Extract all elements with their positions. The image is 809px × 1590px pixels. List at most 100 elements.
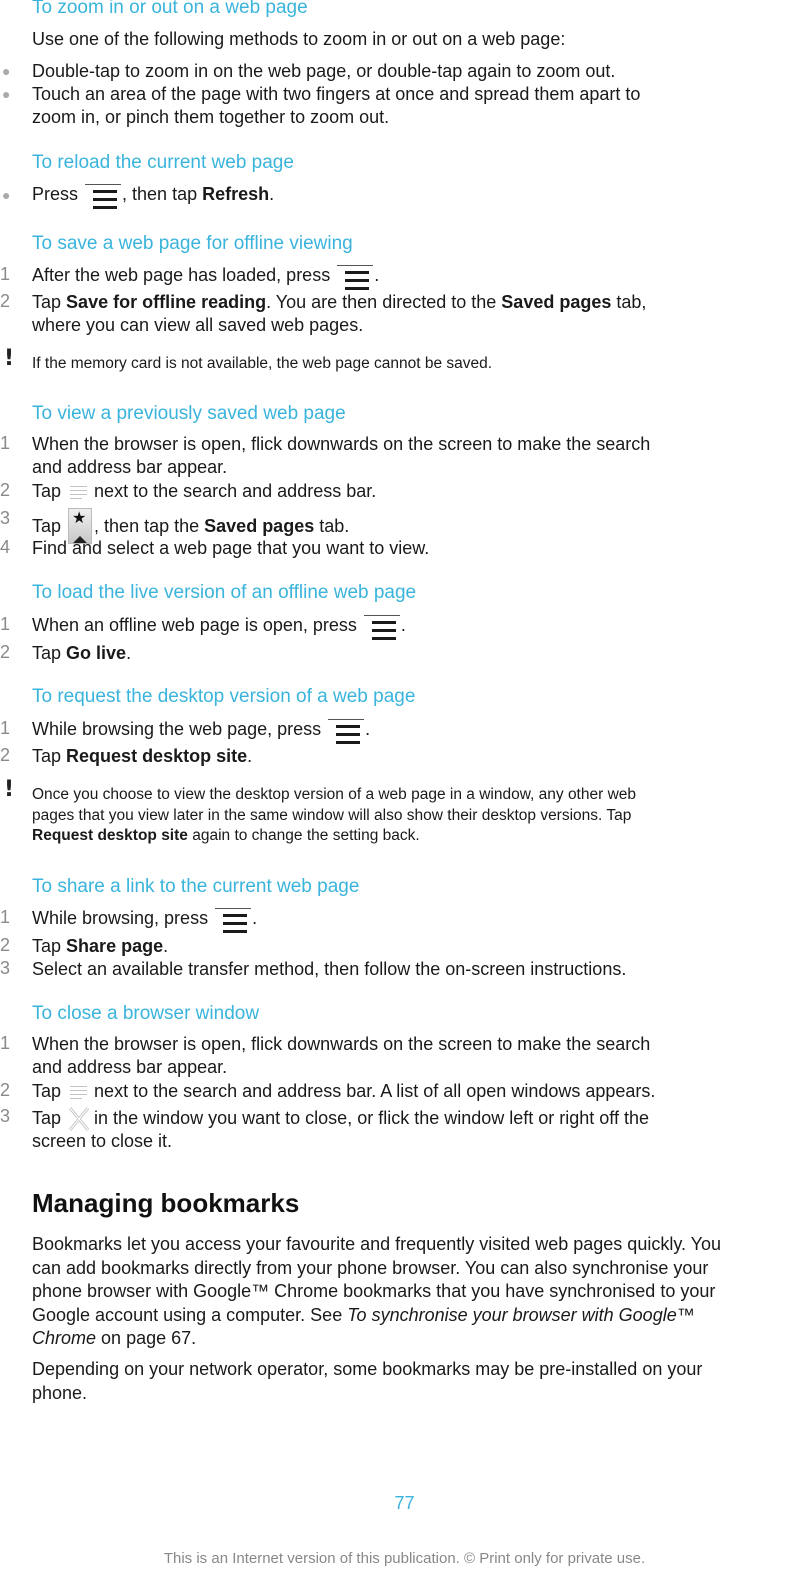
heading-view-saved: To view a previously saved web page	[32, 403, 346, 424]
punct: .	[126, 643, 132, 663]
reload-step-pre: Press	[32, 184, 79, 204]
zoom-bullet-1: Double-tap to zoom in on the web page, o…	[32, 61, 616, 81]
refresh-label: Refresh	[202, 184, 270, 204]
heading-reload: To reload the current web page	[32, 152, 294, 173]
desktop-step-1: While browsing the web page, press .	[32, 718, 370, 747]
page-number: 77	[394, 1493, 415, 1513]
cross-reference-link[interactable]: To synchronise your browser with Google™	[347, 1305, 695, 1325]
desktop-note: Once you choose to view the desktop vers…	[32, 785, 792, 847]
reload-step-mid: , then tap	[122, 184, 198, 204]
close-x-icon	[68, 1106, 90, 1132]
reload-step: Press , then tap Refresh.	[32, 183, 274, 212]
step-number: 2	[0, 642, 11, 662]
share-step-2: Tap Share page.	[32, 935, 168, 958]
punct: .	[252, 908, 258, 928]
live-step-2: Tap Go live.	[32, 642, 131, 665]
share-step-1: While browsing, press .	[32, 907, 257, 936]
punct: .	[247, 746, 253, 766]
menu-icon	[328, 719, 365, 747]
heading-close: To close a browser window	[32, 1003, 260, 1024]
share-page-label: Share page	[66, 936, 164, 956]
step-text: While browsing the web page, press	[32, 719, 322, 739]
punct: .	[269, 184, 275, 204]
request-desktop-label: Request desktop site	[66, 746, 248, 766]
para-text: Google account using a computer. See	[32, 1304, 343, 1325]
step-text: in the window you want to close, or flic…	[94, 1108, 649, 1128]
view-step-2: Tap next to the search and address bar.	[32, 480, 376, 503]
step-number: 2	[0, 935, 11, 955]
heading-share: To share a link to the current web page	[32, 876, 360, 897]
step-text: Tap	[32, 936, 62, 956]
step-number: 2	[0, 745, 11, 765]
save-step-1: After the web page has loaded, press .	[32, 264, 379, 293]
bookmarks-paragraph-2: Depending on your network operator, some…	[32, 1358, 804, 1405]
menu-icon	[363, 615, 400, 643]
para-line: Bookmarks let you access your favourite …	[32, 1234, 722, 1254]
step-number: 1	[0, 907, 11, 927]
step-text: tab.	[319, 516, 350, 536]
cross-reference-link[interactable]: Chrome	[32, 1328, 96, 1348]
menu-icon	[215, 908, 252, 936]
punct: .	[365, 719, 371, 739]
warning-icon: !	[4, 346, 15, 371]
note-line: pages that you view later in the same wi…	[32, 806, 632, 824]
go-live-label: Go live	[66, 643, 127, 663]
step-text: . You are then directed to the	[266, 292, 497, 312]
step-text: next to the search and address bar.	[94, 481, 377, 501]
step-number: 2	[0, 480, 11, 500]
step-number: 3	[0, 508, 11, 528]
windows-icon	[68, 482, 90, 502]
note-line: Once you choose to view the desktop vers…	[32, 786, 637, 803]
save-step-2: Tap Save for offline reading. You are th…	[32, 291, 646, 314]
request-desktop-label: Request desktop site	[32, 827, 188, 844]
para-text: on page 67.	[101, 1328, 197, 1348]
saved-pages-label: Saved pages	[501, 292, 612, 312]
bullet-icon: ●	[2, 63, 11, 79]
view-step-1: When the browser is open, flick downward…	[32, 434, 651, 454]
heading-live: To load the live version of an offline w…	[32, 582, 417, 603]
para-line: Depending on your network operator, some…	[32, 1359, 703, 1379]
desktop-step-2: Tap Request desktop site.	[32, 745, 252, 768]
warning-icon: !	[4, 777, 15, 802]
zoom-bullet-2: Touch an area of the page with two finge…	[32, 84, 641, 104]
bullet-icon: ●	[2, 86, 11, 102]
para-line: Chrome on page 67.	[32, 1327, 804, 1351]
save-step-2-cont: where you can view all saved web pages.	[32, 315, 364, 335]
step-number: 1	[0, 718, 11, 738]
step-text: When an offline web page is open, press	[32, 615, 357, 635]
close-step-1: When the browser is open, flick downward…	[32, 1034, 651, 1054]
menu-icon	[85, 184, 122, 212]
step-text: Tap	[32, 643, 62, 663]
close-step-3: Tap in the window you want to close, or …	[32, 1106, 649, 1132]
step-text: Tap	[32, 1108, 62, 1128]
step-text: Tap	[32, 481, 62, 501]
step-number: 2	[0, 291, 11, 311]
zoom-bullet-2-cont: zoom in, or pinch them together to zoom …	[32, 107, 390, 127]
step-number: 3	[0, 1106, 11, 1126]
para-line: phone.	[32, 1382, 88, 1403]
close-step-3-cont: screen to close it.	[32, 1131, 173, 1151]
note-line: Request desktop site again to change the…	[32, 826, 792, 847]
step-number: 1	[0, 433, 11, 453]
menu-icon	[337, 265, 374, 293]
step-text: While browsing, press	[32, 908, 209, 928]
para-line: can add bookmarks directly from your pho…	[32, 1257, 709, 1278]
view-step-4: Find and select a web page that you want…	[32, 538, 430, 558]
bookmarks-paragraph-1: Bookmarks let you access your favourite …	[32, 1233, 804, 1351]
windows-icon	[68, 1082, 90, 1102]
save-note: If the memory card is not available, the…	[32, 355, 493, 372]
footer-notice: This is an Internet version of this publ…	[163, 1550, 646, 1567]
saved-pages-label: Saved pages	[204, 516, 315, 536]
punct: .	[163, 936, 169, 956]
heading-save: To save a web page for offline viewing	[32, 233, 353, 254]
heading-managing-bookmarks: Managing bookmarks	[32, 1188, 300, 1218]
view-step-1-cont: and address bar appear.	[32, 457, 228, 477]
step-number: 1	[0, 614, 11, 634]
bullet-icon: ●	[2, 187, 11, 203]
punct: .	[400, 615, 406, 635]
step-text: Tap	[32, 516, 62, 536]
close-step-1-cont: and address bar appear.	[32, 1057, 228, 1077]
step-number: 1	[0, 1033, 11, 1053]
step-text: Tap	[32, 1081, 62, 1101]
punct: .	[374, 265, 380, 285]
